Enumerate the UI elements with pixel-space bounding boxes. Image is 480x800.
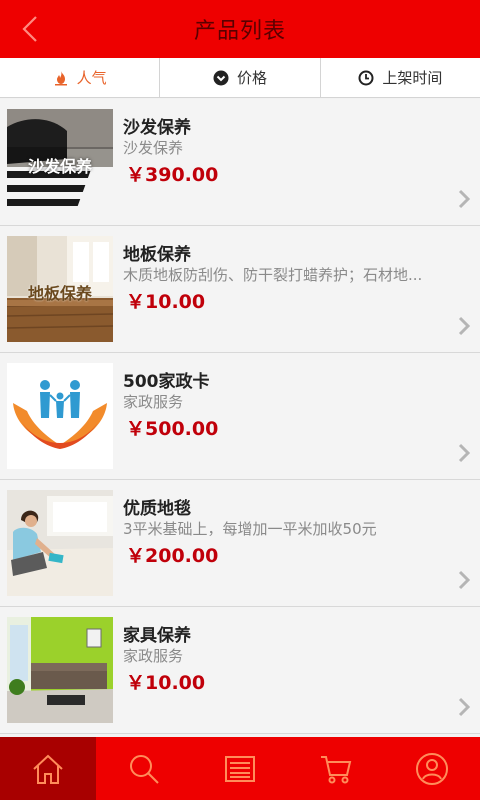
product-image-family-card (7, 363, 113, 469)
product-title: 地板保养 (123, 245, 191, 265)
home-icon (33, 754, 63, 784)
user-icon (416, 752, 448, 785)
nav-list[interactable] (192, 737, 288, 800)
chevron-down-circle-icon (213, 70, 229, 85)
product-description: 木质地板防刮伤、防干裂打蜡养护；石材地... (123, 266, 423, 284)
product-image-text: 地板保养 (27, 284, 92, 303)
product-price: ￥500.00 (126, 418, 219, 440)
product-image-sofa: 沙发保养 (7, 109, 113, 215)
chevron-right-icon (458, 697, 471, 717)
clock-icon (358, 70, 374, 85)
product-title: 沙发保养 (123, 118, 191, 138)
tab-listing-time-label: 上架时间 (382, 69, 443, 87)
tab-popularity-label: 人气 (76, 69, 107, 87)
nav-search[interactable] (96, 737, 192, 800)
nav-cart[interactable] (288, 737, 384, 800)
tab-price[interactable]: 价格 (160, 58, 321, 97)
product-price: ￥390.00 (126, 164, 219, 186)
list-icon (225, 755, 255, 782)
list-item[interactable]: 地板保养 地板保养 木质地板防刮伤、防干裂打蜡养护；石材地... ￥10.00 (0, 226, 480, 353)
tab-listing-time[interactable]: 上架时间 (321, 58, 480, 97)
chevron-left-icon (22, 16, 37, 42)
page-title: 产品列表 (193, 19, 286, 44)
list-item[interactable]: 优质地毯 3平米基础上，每增加一平米加收50元 ￥200.00 (0, 480, 480, 607)
back-button[interactable] (10, 9, 50, 49)
product-description: 家政服务 (123, 393, 184, 411)
cart-icon (321, 755, 352, 783)
product-description: 家政服务 (123, 647, 184, 665)
product-price: ￥10.00 (126, 291, 206, 313)
product-description: 3平米基础上，每增加一平米加收50元 (123, 520, 377, 538)
tab-price-label: 价格 (236, 69, 267, 87)
product-description: 沙发保养 (123, 139, 184, 157)
header-bar: 产品列表 (0, 0, 480, 58)
product-image-floor: 地板保养 (7, 236, 113, 342)
chevron-right-icon (458, 570, 471, 590)
flame-icon (54, 70, 67, 85)
tab-popularity[interactable]: 人气 (0, 58, 161, 97)
product-image-text: 沙发保养 (27, 157, 92, 176)
product-list: 沙发保养 沙发保养 沙发保养 ￥390.00 地板保养 地板保养 木质地板防刮伤… (0, 99, 480, 734)
bottom-nav (0, 737, 480, 800)
nav-user[interactable] (384, 737, 480, 800)
product-price: ￥10.00 (126, 672, 206, 694)
list-item[interactable]: 500家政卡 家政服务 ￥500.00 (0, 353, 480, 480)
product-image-carpet (7, 490, 113, 596)
search-icon (130, 754, 159, 784)
product-image-furniture (7, 617, 113, 723)
chevron-right-icon (458, 189, 471, 209)
sort-bar: 人气 价格 上架时间 (0, 58, 480, 98)
product-title: 500家政卡 (123, 372, 210, 392)
chevron-right-icon (458, 316, 471, 336)
product-price: ￥200.00 (126, 545, 219, 567)
app-root: 产品列表 人气 价格 上架时间 沙发保养 沙发保养 沙发保养 ￥390.00 地… (0, 0, 480, 800)
list-item[interactable]: 沙发保养 沙发保养 沙发保养 ￥390.00 (0, 99, 480, 226)
product-title: 家具保养 (123, 626, 191, 646)
nav-home[interactable] (0, 737, 96, 800)
list-item[interactable]: 家具保养 家政服务 ￥10.00 (0, 607, 480, 734)
product-title: 优质地毯 (123, 499, 191, 519)
chevron-right-icon (458, 443, 471, 463)
